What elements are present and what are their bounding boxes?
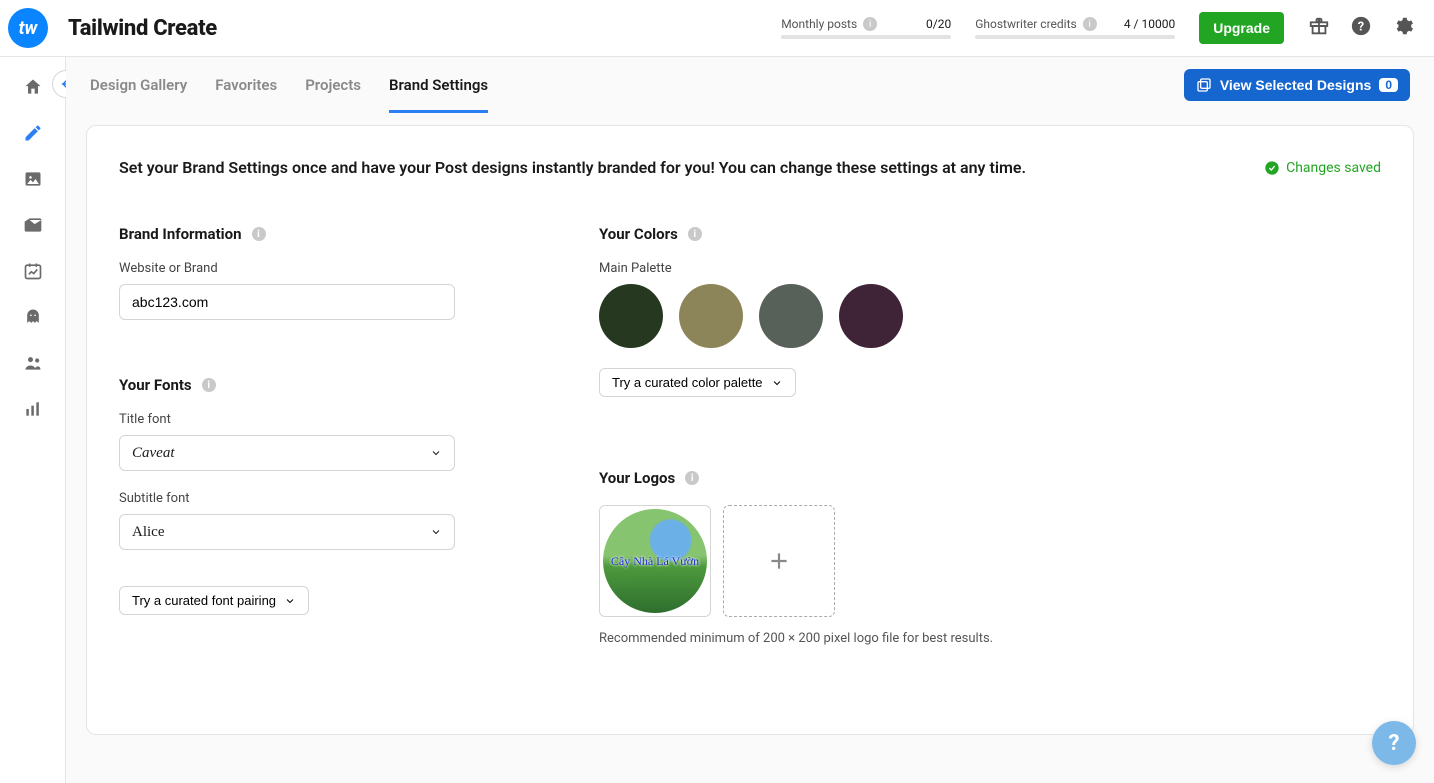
your-logos-title: Your Logos [599,469,675,487]
image-icon[interactable] [21,167,45,191]
subtitle-font-select[interactable]: Alice [119,514,455,550]
monthly-posts-value: 0/20 [926,17,951,31]
title-font-label: Title font [119,412,479,427]
info-icon[interactable]: i [685,471,699,485]
app-logo[interactable]: tw [8,8,48,48]
color-swatch[interactable] [599,284,663,348]
content-area: Design Gallery Favorites Projects Brand … [66,57,1434,783]
calendar-chart-icon[interactable] [21,259,45,283]
color-swatch[interactable] [839,284,903,348]
panel-description: Set your Brand Settings once and have yo… [119,158,1026,177]
info-icon[interactable]: i [202,378,216,392]
monthly-posts-bar [781,35,951,39]
info-icon[interactable]: i [1083,17,1097,31]
sidenav [0,57,66,783]
info-icon[interactable]: i [863,17,877,31]
website-input[interactable] [119,284,455,320]
svg-text:?: ? [1358,20,1364,35]
check-circle-icon [1264,160,1280,176]
font-pairing-button[interactable]: Try a curated font pairing [119,586,309,615]
mail-icon[interactable] [21,213,45,237]
help-icon[interactable]: ? [1350,15,1372,41]
people-icon[interactable] [21,351,45,375]
logo-image [603,509,707,613]
home-icon[interactable] [21,75,45,99]
tab-brand-settings[interactable]: Brand Settings [389,58,488,113]
plus-icon [766,548,792,574]
chevron-down-icon [284,595,296,607]
pencil-icon[interactable] [21,121,45,145]
topbar: tw Tailwind Create Monthly posts i 0/20 … [0,0,1434,57]
color-swatch[interactable] [679,284,743,348]
chevron-down-icon [430,447,442,459]
title-font-select[interactable]: Caveat [119,435,455,471]
tab-projects[interactable]: Projects [305,58,361,113]
gift-icon[interactable] [1308,15,1330,41]
logo-thumbnail[interactable] [599,505,711,617]
app-title: Tailwind Create [68,16,217,41]
ghost-icon[interactable] [21,305,45,329]
ghostwriter-credits-bar [975,35,1175,39]
chevron-down-icon [430,526,442,538]
add-logo-button[interactable] [723,505,835,617]
view-selected-label: View Selected Designs [1220,77,1371,93]
selected-count-badge: 0 [1379,78,1398,92]
gear-icon[interactable] [1392,15,1414,41]
color-swatch[interactable] [759,284,823,348]
website-label: Website or Brand [119,261,479,276]
color-palette-button[interactable]: Try a curated color palette [599,368,796,397]
color-swatches [599,284,993,348]
your-fonts-title: Your Fonts [119,376,192,394]
tabs-row: Design Gallery Favorites Projects Brand … [66,57,1434,113]
upgrade-button[interactable]: Upgrade [1199,12,1284,44]
ghostwriter-credits-label: Ghostwriter credits [975,17,1076,31]
logo-hint: Recommended minimum of 200 × 200 pixel l… [599,631,993,646]
brand-settings-panel: Set your Brand Settings once and have yo… [86,125,1414,735]
tab-favorites[interactable]: Favorites [215,58,277,113]
bar-chart-icon[interactable] [21,397,45,421]
info-icon[interactable]: i [252,227,266,241]
monthly-posts-meter: Monthly posts i 0/20 [781,17,951,39]
chevron-down-icon [771,377,783,389]
changes-saved-status: Changes saved [1264,160,1381,176]
help-fab-button[interactable]: ? [1372,721,1416,765]
ghostwriter-credits-value: 4 / 10000 [1124,17,1175,31]
brand-info-title: Brand Information [119,225,242,243]
info-icon[interactable]: i [688,227,702,241]
view-selected-designs-button[interactable]: View Selected Designs 0 [1184,69,1410,101]
ghostwriter-credits-meter: Ghostwriter credits i 4 / 10000 [975,17,1175,39]
your-colors-title: Your Colors [599,225,678,243]
tab-design-gallery[interactable]: Design Gallery [90,58,187,113]
subtitle-font-label: Subtitle font [119,491,479,506]
main-palette-label: Main Palette [599,261,993,276]
monthly-posts-label: Monthly posts [781,17,857,31]
